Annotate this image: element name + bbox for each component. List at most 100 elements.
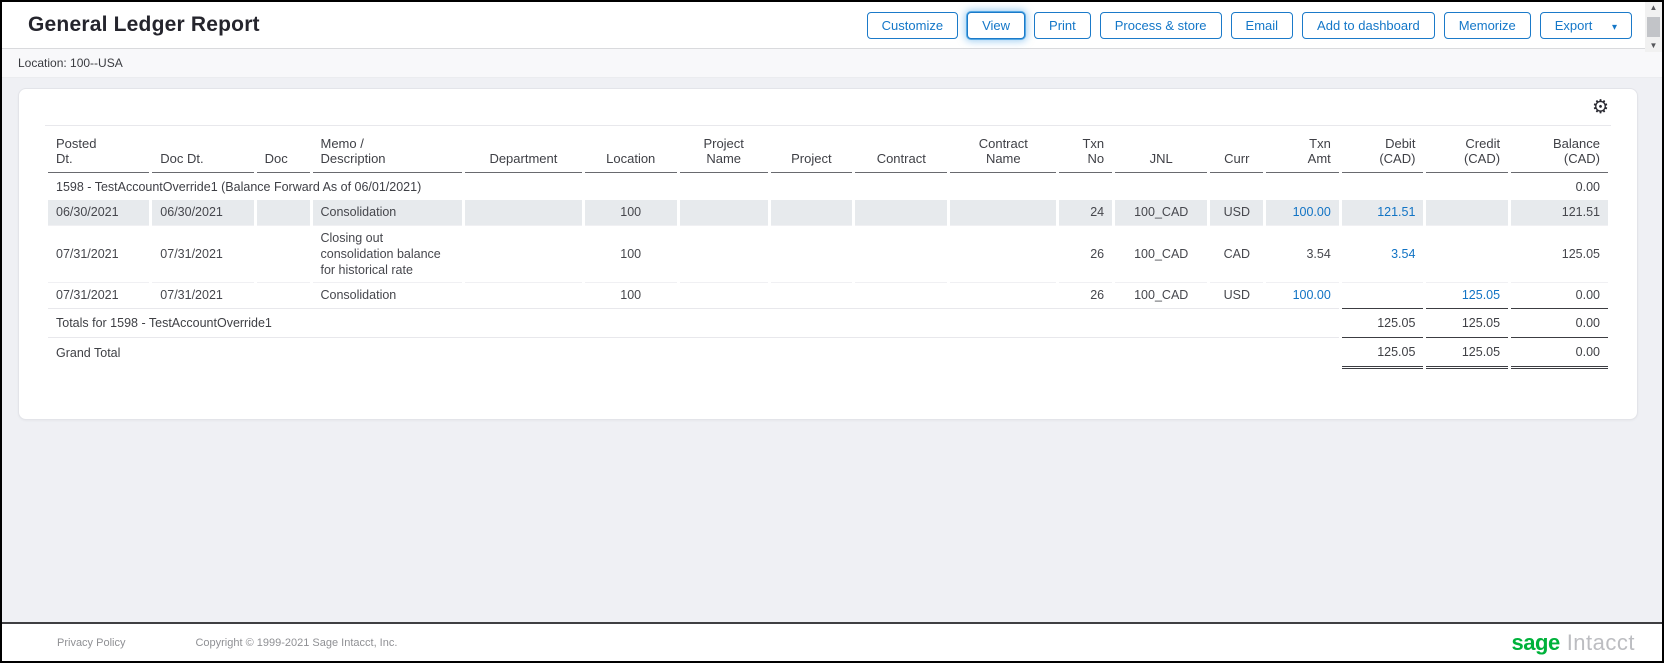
cell-memo: Consolidation <box>313 282 463 307</box>
cell-txn-no: 26 <box>1059 282 1112 307</box>
cell-memo: Consolidation <box>313 200 463 224</box>
logo-sage: sage <box>1512 630 1560 656</box>
cell-doc <box>257 200 310 224</box>
col-header-debit: Debit (CAD) <box>1342 128 1424 173</box>
grand-total-balance: 0.00 <box>1511 337 1608 369</box>
cell-balance: 125.05 <box>1511 225 1608 283</box>
table-row: 07/31/2021 07/31/2021 Closing out consol… <box>48 225 1608 283</box>
cell-posted-dt: 06/30/2021 <box>48 200 149 224</box>
cell-location: 100 <box>585 200 677 224</box>
grand-total-row: Grand Total 125.05 125.05 0.00 <box>48 337 1608 369</box>
cell-project-name <box>680 200 768 224</box>
cell-contract-name <box>950 225 1056 283</box>
location-label: Location: 100--USA <box>18 56 123 70</box>
cell-debit-link[interactable]: 3.54 <box>1342 225 1424 283</box>
table-row: 06/30/2021 06/30/2021 Consolidation 100 … <box>48 200 1608 224</box>
col-header-location: Location <box>585 128 677 173</box>
card-toolbar: ⚙ <box>45 89 1611 126</box>
export-button[interactable]: Export ▾ <box>1540 12 1632 39</box>
cell-contract <box>855 200 947 224</box>
cell-doc-dt: 07/31/2021 <box>152 282 253 307</box>
cell-location: 100 <box>585 282 677 307</box>
privacy-policy-link[interactable]: Privacy Policy <box>57 637 125 649</box>
logo-intacct: Intacct <box>1567 630 1635 656</box>
col-header-project: Project <box>771 128 853 173</box>
add-to-dashboard-button[interactable]: Add to dashboard <box>1302 12 1435 39</box>
footer: Privacy Policy Copyright © 1999-2021 Sag… <box>2 622 1662 661</box>
col-header-contract: Contract <box>855 128 947 173</box>
col-header-balance: Balance (CAD) <box>1511 128 1608 173</box>
cell-project <box>771 282 853 307</box>
app-window: General Ledger Report Customize View Pri… <box>0 0 1664 663</box>
col-header-doc-dt: Doc Dt. <box>152 128 253 173</box>
report-card: ⚙ Posted Dt. Doc Dt. Doc Memo / Descript… <box>18 88 1638 420</box>
top-bar: General Ledger Report Customize View Pri… <box>2 2 1662 49</box>
scrollbar[interactable]: ▲ ▼ <box>1645 2 1662 52</box>
memorize-button[interactable]: Memorize <box>1444 12 1531 39</box>
cell-txn-no: 24 <box>1059 200 1112 224</box>
cell-curr: CAD <box>1210 225 1263 283</box>
location-bar: Location: 100--USA <box>2 49 1662 78</box>
totals-balance: 0.00 <box>1511 308 1608 337</box>
col-header-memo: Memo / Description <box>313 128 463 173</box>
grand-total-debit: 125.05 <box>1342 337 1424 369</box>
cell-project-name <box>680 225 768 283</box>
chevron-down-icon: ▾ <box>1612 22 1617 33</box>
cell-balance: 0.00 <box>1511 282 1608 307</box>
totals-row: Totals for 1598 - TestAccountOverride1 1… <box>48 308 1608 337</box>
cell-debit-link[interactable]: 121.51 <box>1342 200 1424 224</box>
col-header-doc: Doc <box>257 128 310 173</box>
page-title: General Ledger Report <box>28 13 260 37</box>
cell-curr: USD <box>1210 200 1263 224</box>
cell-department <box>465 282 581 307</box>
cell-credit <box>1426 200 1508 224</box>
col-header-jnl: JNL <box>1115 128 1207 173</box>
cell-txn-no: 26 <box>1059 225 1112 283</box>
cell-balance: 121.51 <box>1511 200 1608 224</box>
group-header-balance: 0.00 <box>1511 173 1608 200</box>
cell-contract-name <box>950 200 1056 224</box>
col-header-txn-no: Txn No <box>1059 128 1112 173</box>
totals-debit: 125.05 <box>1342 308 1424 337</box>
col-header-contract-name: Contract Name <box>950 128 1056 173</box>
scroll-down-icon[interactable]: ▼ <box>1650 42 1658 50</box>
cell-txn-amt-link[interactable]: 100.00 <box>1266 282 1339 307</box>
cell-credit-link[interactable]: 125.05 <box>1426 282 1508 307</box>
cell-posted-dt: 07/31/2021 <box>48 225 149 283</box>
cell-contract <box>855 225 947 283</box>
scroll-up-icon[interactable]: ▲ <box>1650 4 1658 12</box>
cell-doc-dt: 07/31/2021 <box>152 225 253 283</box>
table-header-row: Posted Dt. Doc Dt. Doc Memo / Descriptio… <box>48 128 1608 173</box>
col-header-posted-dt: Posted Dt. <box>48 128 149 173</box>
cell-location: 100 <box>585 225 677 283</box>
gear-icon[interactable]: ⚙ <box>1592 98 1609 117</box>
cell-project <box>771 225 853 283</box>
cell-doc-dt: 06/30/2021 <box>152 200 253 224</box>
view-button[interactable]: View <box>967 12 1025 39</box>
cell-contract-name <box>950 282 1056 307</box>
scrollbar-thumb[interactable] <box>1647 17 1660 37</box>
cell-credit <box>1426 225 1508 283</box>
export-button-label: Export <box>1555 18 1593 33</box>
grand-total-label: Grand Total <box>48 337 1339 369</box>
email-button[interactable]: Email <box>1231 12 1294 39</box>
print-button[interactable]: Print <box>1034 12 1091 39</box>
customize-button[interactable]: Customize <box>867 12 958 39</box>
cell-jnl: 100_CAD <box>1115 225 1207 283</box>
process-store-button[interactable]: Process & store <box>1100 12 1222 39</box>
cell-curr: USD <box>1210 282 1263 307</box>
table-row: 07/31/2021 07/31/2021 Consolidation 100 … <box>48 282 1608 307</box>
cell-jnl: 100_CAD <box>1115 282 1207 307</box>
cell-txn-amt-link[interactable]: 100.00 <box>1266 200 1339 224</box>
cell-jnl: 100_CAD <box>1115 200 1207 224</box>
col-header-credit: Credit (CAD) <box>1426 128 1508 173</box>
content-area: ⚙ Posted Dt. Doc Dt. Doc Memo / Descript… <box>2 78 1662 622</box>
cell-doc <box>257 282 310 307</box>
grand-total-credit: 125.05 <box>1426 337 1508 369</box>
cell-doc <box>257 225 310 283</box>
col-header-project-name: Project Name <box>680 128 768 173</box>
cell-txn-amt: 3.54 <box>1266 225 1339 283</box>
cell-memo: Closing out consolidation balance for hi… <box>313 225 463 283</box>
cell-department <box>465 225 581 283</box>
group-header-label: 1598 - TestAccountOverride1 (Balance For… <box>48 173 1508 200</box>
